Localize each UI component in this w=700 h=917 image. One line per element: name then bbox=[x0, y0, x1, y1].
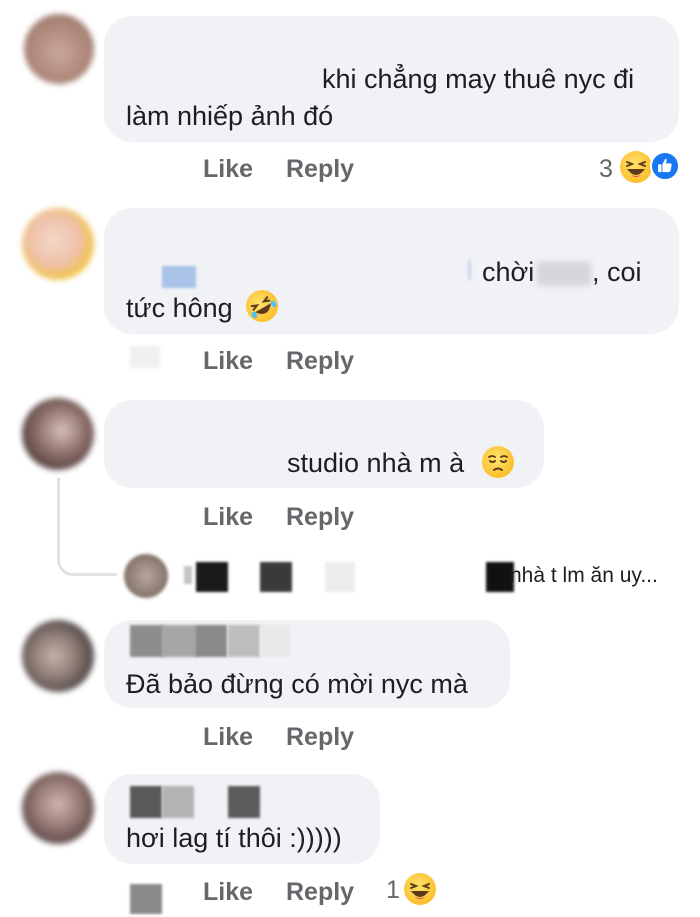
comment-text: tức hông bbox=[126, 293, 233, 323]
like-button[interactable]: Like bbox=[203, 347, 253, 376]
avatar[interactable] bbox=[22, 398, 94, 470]
redacted-name bbox=[162, 266, 196, 288]
reply-button[interactable]: Reply bbox=[286, 878, 354, 907]
like-button[interactable]: Like bbox=[203, 878, 253, 907]
thread-connector bbox=[57, 478, 117, 576]
reply-button[interactable]: Reply bbox=[286, 723, 354, 752]
redacted-name bbox=[228, 786, 260, 818]
redacted-name bbox=[195, 625, 227, 657]
comment-text: làm nhiếp ảnh đó bbox=[126, 101, 334, 131]
redacted-word bbox=[537, 262, 591, 286]
comment-text: Đã bảo đừng có mời nyc mà bbox=[126, 669, 468, 699]
reply-button[interactable]: Reply bbox=[286, 155, 354, 184]
like-thumb-icon bbox=[650, 151, 680, 181]
comment-text: studio nhà m à bbox=[287, 448, 465, 478]
reply-avatar[interactable] bbox=[124, 554, 168, 598]
redacted-name bbox=[260, 562, 292, 592]
redacted-name bbox=[228, 625, 260, 657]
redacted-name bbox=[260, 625, 290, 657]
redacted-avatar bbox=[130, 884, 162, 914]
avatar[interactable] bbox=[22, 620, 94, 692]
redacted-name bbox=[196, 562, 228, 592]
redacted-avatar bbox=[130, 346, 160, 368]
redacted-name bbox=[184, 566, 192, 584]
reaction-count[interactable]: 1 bbox=[386, 876, 400, 905]
redacted-name bbox=[162, 625, 196, 657]
comment-text: khi chẳng may thuê nyc đi bbox=[322, 64, 635, 94]
comment-text: chời bbox=[482, 257, 535, 287]
comment-text: hơi lag tí thôi :))))) bbox=[126, 823, 342, 853]
avatar[interactable] bbox=[24, 14, 94, 84]
redacted-name bbox=[130, 625, 164, 657]
redacted-name bbox=[130, 786, 162, 818]
like-button[interactable]: Like bbox=[203, 723, 253, 752]
like-button[interactable]: Like bbox=[203, 503, 253, 532]
like-button[interactable]: Like bbox=[203, 155, 253, 184]
reply-button[interactable]: Reply bbox=[286, 347, 354, 376]
avatar[interactable] bbox=[22, 208, 94, 280]
comment-text: , coi bbox=[592, 257, 642, 287]
laughing-emoji-icon bbox=[620, 151, 652, 183]
avatar[interactable] bbox=[22, 772, 94, 844]
reply-button[interactable]: Reply bbox=[286, 503, 354, 532]
redacted-name bbox=[162, 786, 194, 818]
redacted-mention bbox=[468, 260, 471, 280]
reaction-count[interactable]: 3 bbox=[599, 155, 613, 184]
redacted-name bbox=[325, 562, 355, 592]
pensive-emoji-icon bbox=[482, 446, 514, 478]
laughing-emoji-icon bbox=[404, 873, 436, 905]
reply-preview-text[interactable]: nhà t lm ăn uy... bbox=[510, 561, 658, 591]
